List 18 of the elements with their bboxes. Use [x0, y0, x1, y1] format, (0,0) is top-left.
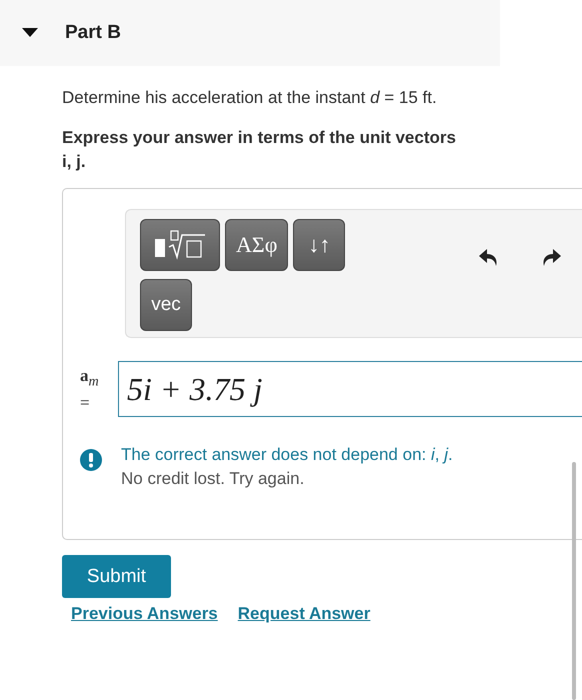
- answer-field[interactable]: 5i + 3.75 j: [118, 361, 582, 417]
- symbol-button[interactable]: vec: [140, 279, 192, 331]
- symbol-button[interactable]: ↓↑: [293, 219, 346, 271]
- answer-label: a$_{m}$ =: [80, 365, 100, 414]
- symbol-button[interactable]: ΑΣφ: [225, 219, 288, 271]
- text-link[interactable]: Previous Answers: [71, 604, 218, 624]
- feedback-message: The correct answer does not depend on: i, j.: [121, 444, 454, 466]
- alert-icon: [80, 449, 102, 471]
- submit-button[interactable]: Submit: [62, 555, 171, 598]
- text-link[interactable]: Request Answer: [238, 604, 370, 624]
- scrollbar[interactable]: [572, 462, 576, 700]
- collapse-caret-icon[interactable]: [22, 28, 38, 38]
- instruction-text: Express your answer in terms of the unit vectors i, j.: [62, 127, 457, 173]
- feedback-note: No credit lost. Try again.: [121, 468, 306, 490]
- template-button[interactable]: [140, 219, 220, 271]
- question-text: Determine his acceleration at the instant d = 15 ft.: [62, 87, 438, 109]
- part-title: Part B: [65, 22, 121, 44]
- part-header[interactable]: Part B: [0, 0, 500, 66]
